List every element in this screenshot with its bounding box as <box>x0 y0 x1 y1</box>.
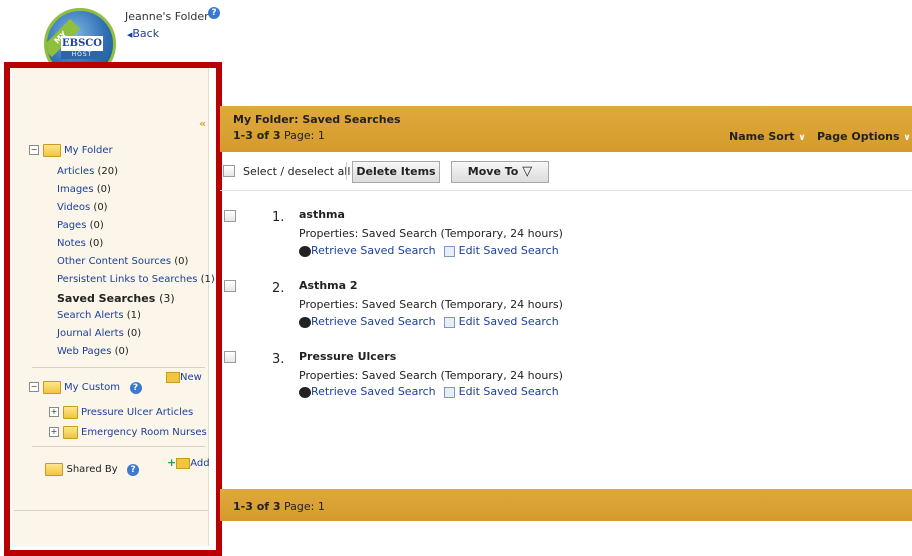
highlight-frame <box>4 62 222 556</box>
result-actions: Retrieve Saved Search Edit Saved Search <box>299 244 559 257</box>
retrieve-icon <box>299 245 311 257</box>
delete-items-button[interactable]: Delete Items <box>352 161 440 183</box>
result-title[interactable]: asthma <box>299 208 345 221</box>
result-checkbox[interactable] <box>224 351 236 363</box>
retrieve-saved-search-link[interactable]: Retrieve Saved Search <box>311 315 436 328</box>
result-checkbox[interactable] <box>224 210 236 222</box>
result-actions: Retrieve Saved Search Edit Saved Search <box>299 315 559 328</box>
move-to-label: Move To <box>467 165 519 178</box>
logo-sub: HOST <box>61 51 103 59</box>
retrieve-saved-search-link[interactable]: Retrieve Saved Search <box>311 385 436 398</box>
back-label: Back <box>132 27 160 40</box>
select-all-checkbox[interactable] <box>223 165 235 177</box>
logo-brand: EBSCO <box>61 36 103 51</box>
result-properties: Properties: Saved Search (Temporary, 24 … <box>299 369 563 382</box>
edit-icon <box>444 316 456 328</box>
edit-saved-search-link[interactable]: Edit Saved Search <box>459 385 559 398</box>
chevron-down-icon: ∨ <box>798 133 806 143</box>
result-properties: Properties: Saved Search (Temporary, 24 … <box>299 298 563 311</box>
select-all-label[interactable]: Select / deselect all <box>243 165 350 178</box>
footer-count-range: 1-3 of 3 <box>233 500 281 513</box>
result-title[interactable]: Asthma 2 <box>299 279 358 292</box>
chevron-down-icon: ▽ <box>522 164 533 179</box>
result-number: 3. <box>272 352 285 367</box>
footer-page-label: Page: 1 <box>284 500 325 513</box>
toolbar-divider <box>346 162 347 180</box>
result-actions: Retrieve Saved Search Edit Saved Search <box>299 385 559 398</box>
retrieve-saved-search-link[interactable]: Retrieve Saved Search <box>311 244 436 257</box>
count-range: 1-3 of 3 <box>233 129 281 142</box>
retrieve-icon <box>299 386 311 398</box>
folder-title: Jeanne's Folder <box>125 10 209 23</box>
back-link[interactable]: ◀Back <box>127 27 159 40</box>
retrieve-icon <box>299 316 311 328</box>
edit-saved-search-link[interactable]: Edit Saved Search <box>459 315 559 328</box>
move-to-button[interactable]: Move To ▽ <box>451 161 549 183</box>
result-properties: Properties: Saved Search (Temporary, 24 … <box>299 227 563 240</box>
name-sort-label: Name Sort <box>729 130 795 143</box>
page-title: My Folder: Saved Searches <box>233 113 401 126</box>
results-count: 1-3 of 3 Page: 1 <box>233 129 325 142</box>
edit-saved-search-link[interactable]: Edit Saved Search <box>459 244 559 257</box>
result-title[interactable]: Pressure Ulcers <box>299 350 396 363</box>
help-icon[interactable]: ? <box>208 5 220 19</box>
footer-results-count: 1-3 of 3 Page: 1 <box>233 500 325 513</box>
edit-icon <box>444 245 456 257</box>
page-options-label: Page Options <box>817 130 900 143</box>
chevron-down-icon: ∨ <box>903 133 911 143</box>
edit-icon <box>444 386 456 398</box>
result-number: 2. <box>272 281 285 296</box>
page-options-dropdown[interactable]: Page Options ∨ <box>817 130 911 143</box>
result-number: 1. <box>272 210 285 225</box>
result-checkbox[interactable] <box>224 280 236 292</box>
page-label: Page: 1 <box>284 129 325 142</box>
name-sort-dropdown[interactable]: Name Sort ∨ <box>729 130 806 143</box>
